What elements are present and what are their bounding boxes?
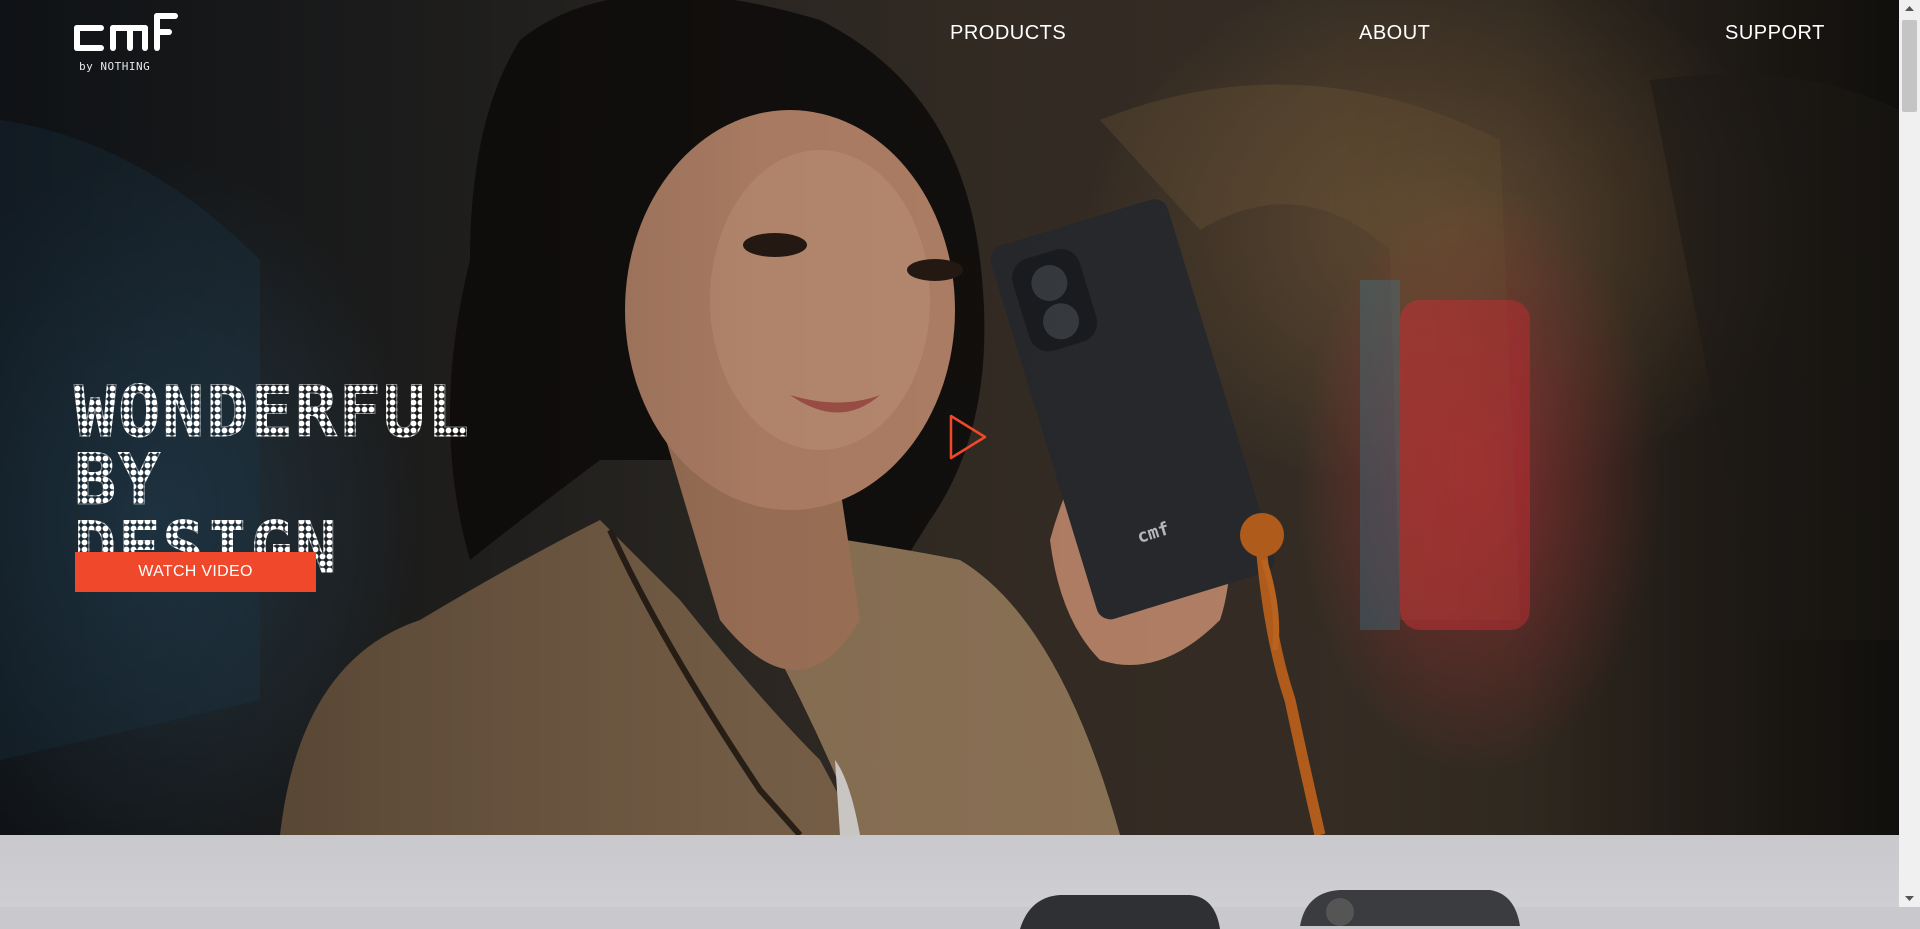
- watch-video-button[interactable]: WATCH VIDEO: [75, 552, 316, 592]
- products-section: [0, 835, 1899, 907]
- nav-about-link[interactable]: ABOUT: [1359, 22, 1430, 45]
- scroll-down-arrow-icon[interactable]: [1899, 890, 1920, 907]
- nav-products-link[interactable]: PRODUCTS: [950, 22, 1066, 45]
- scroll-up-arrow-icon[interactable]: [1899, 0, 1920, 17]
- hero-headline-line1: WONDERFUL BY: [73, 371, 472, 521]
- play-icon[interactable]: [946, 412, 990, 462]
- product-image[interactable]: [1300, 886, 1520, 926]
- logo-subtitle: by NOTHING: [79, 60, 151, 73]
- nav-support-link[interactable]: SUPPORT: [1725, 22, 1825, 45]
- vertical-scrollbar[interactable]: [1899, 0, 1920, 907]
- scrollbar-thumb[interactable]: [1902, 20, 1917, 112]
- product-image[interactable]: [1020, 889, 1220, 929]
